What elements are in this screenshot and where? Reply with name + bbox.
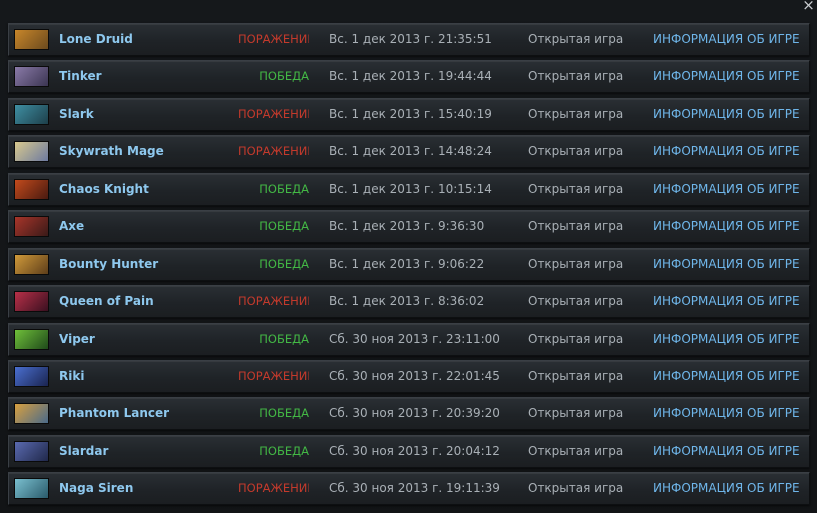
match-info-link[interactable]: ИНФОРМАЦИЯ ОБ ИГРЕ: [653, 99, 800, 130]
hero-name[interactable]: Viper: [59, 324, 95, 355]
match-row[interactable]: Axe ПОБЕДА Вс. 1 дек 2013 г. 9:36:30 Открыт…: [8, 210, 810, 244]
hero-name[interactable]: Skywrath Mage: [59, 136, 164, 167]
match-result: ПОБЕДА: [259, 331, 309, 346]
hero-name[interactable]: Slark: [59, 99, 94, 130]
game-mode: Открытая игра: [528, 443, 624, 458]
match-row[interactable]: Queen of Pain ПОРАЖЕНИЕ Вс. 1 дек 2013 г. …: [8, 285, 810, 319]
match-date: Сб. 30 ноя 2013 г. 20:04:12: [329, 443, 500, 458]
hero-portrait-icon: [14, 291, 49, 313]
match-result: ПОРАЖЕНИЕ: [238, 481, 309, 496]
game-mode: Открытая игра: [528, 32, 624, 46]
hero-name[interactable]: Bounty Hunter: [59, 249, 158, 280]
match-date: Вс. 1 дек 2013 г. 14:48:24: [329, 144, 492, 159]
match-row[interactable]: Viper ПОБЕДА Сб. 30 ноя 2013 г. 23:11:00 От…: [8, 322, 810, 356]
match-info-link[interactable]: ИНФОРМАЦИЯ ОБ ИГРЕ: [653, 436, 800, 467]
match-result: ПОРАЖЕНИЕ: [238, 32, 309, 46]
game-mode: Открытая игра: [528, 294, 624, 309]
hero-name[interactable]: Lone Druid: [59, 24, 133, 55]
match-date: Вс. 1 дек 2013 г. 10:15:14: [329, 181, 492, 196]
hero-portrait-icon: [14, 365, 49, 387]
game-mode: Открытая игра: [528, 406, 624, 421]
game-mode: Открытая игра: [528, 181, 624, 196]
hero-name[interactable]: Axe: [59, 211, 84, 242]
match-result: ПОБЕДА: [259, 181, 309, 196]
match-date: Сб. 30 ноя 2013 г. 20:39:20: [329, 406, 500, 421]
match-row[interactable]: Skywrath Mage ПОРАЖЕНИЕ Вс. 1 дек 2013 г. …: [8, 135, 810, 169]
match-result: ПОБЕДА: [259, 256, 309, 271]
close-icon[interactable]: ×: [800, 0, 817, 14]
match-row[interactable]: Tinker ПОБЕДА Вс. 1 дек 2013 г. 19:44:44 От…: [8, 60, 810, 94]
match-info-link[interactable]: ИНФОРМАЦИЯ ОБ ИГРЕ: [653, 61, 800, 92]
hero-portrait-icon: [14, 178, 49, 200]
game-mode: Открытая игра: [528, 69, 624, 84]
match-row[interactable]: Slark ПОРАЖЕНИЕ Вс. 1 дек 2013 г. 15:40:19…: [8, 97, 810, 131]
match-date: Вс. 1 дек 2013 г. 9:36:30: [329, 219, 485, 234]
game-mode: Открытая игра: [528, 368, 624, 383]
match-result: ПОБЕДА: [259, 69, 309, 84]
match-list: Lone Druid ПОРАЖЕНИЕ Вс. 1 дек 2013 г. 21:…: [8, 23, 810, 510]
hero-portrait-icon: [14, 440, 49, 462]
hero-name[interactable]: Phantom Lancer: [59, 398, 169, 429]
match-result: ПОРАЖЕНИЕ: [238, 106, 309, 121]
match-info-link[interactable]: ИНФОРМАЦИЯ ОБ ИГРЕ: [653, 324, 800, 355]
game-mode: Открытая игра: [528, 219, 624, 234]
match-date: Вс. 1 дек 2013 г. 19:44:44: [329, 69, 492, 84]
match-info-link[interactable]: ИНФОРМАЦИЯ ОБ ИГРЕ: [653, 361, 800, 392]
match-date: Сб. 30 ноя 2013 г. 22:01:45: [329, 368, 500, 383]
game-mode: Открытая игра: [528, 481, 624, 496]
hero-portrait-icon: [14, 253, 49, 275]
match-date: Вс. 1 дек 2013 г. 15:40:19: [329, 106, 492, 121]
hero-name[interactable]: Queen of Pain: [59, 286, 154, 317]
match-row[interactable]: Chaos Knight ПОБЕДА Вс. 1 дек 2013 г. 10:1…: [8, 172, 810, 206]
hero-portrait-icon: [14, 66, 49, 88]
hero-name[interactable]: Tinker: [59, 61, 102, 92]
match-result: ПОБЕДА: [259, 406, 309, 421]
game-mode: Открытая игра: [528, 106, 624, 121]
match-result: ПОРАЖЕНИЕ: [238, 368, 309, 383]
match-info-link[interactable]: ИНФОРМАЦИЯ ОБ ИГРЕ: [653, 211, 800, 242]
match-date: Сб. 30 ноя 2013 г. 23:11:00: [329, 331, 500, 346]
match-result: ПОРАЖЕНИЕ: [238, 294, 309, 309]
game-mode: Открытая игра: [528, 331, 624, 346]
match-result: ПОБЕДА: [259, 219, 309, 234]
match-row[interactable]: Lone Druid ПОРАЖЕНИЕ Вс. 1 дек 2013 г. 21:…: [8, 23, 810, 56]
match-info-link[interactable]: ИНФОРМАЦИЯ ОБ ИГРЕ: [653, 398, 800, 429]
match-row[interactable]: Bounty Hunter ПОБЕДА Вс. 1 дек 2013 г. 9:0…: [8, 247, 810, 281]
hero-portrait-icon: [14, 403, 49, 425]
hero-portrait-icon: [14, 141, 49, 163]
game-mode: Открытая игра: [528, 256, 624, 271]
match-info-link[interactable]: ИНФОРМАЦИЯ ОБ ИГРЕ: [653, 24, 800, 55]
match-info-link[interactable]: ИНФОРМАЦИЯ ОБ ИГРЕ: [653, 249, 800, 280]
hero-name[interactable]: Slardar: [59, 436, 108, 467]
match-date: Вс. 1 дек 2013 г. 8:36:02: [329, 294, 485, 309]
hero-portrait-icon: [14, 103, 49, 125]
match-date: Сб. 30 ноя 2013 г. 19:11:39: [329, 481, 500, 496]
hero-name[interactable]: Riki: [59, 361, 84, 392]
match-info-link[interactable]: ИНФОРМАЦИЯ ОБ ИГРЕ: [653, 174, 800, 205]
hero-portrait-icon: [14, 328, 49, 350]
match-row[interactable]: Naga Siren ПОРАЖЕНИЕ Сб. 30 ноя 2013 г. 19…: [8, 472, 810, 506]
game-mode: Открытая игра: [528, 144, 624, 159]
hero-name[interactable]: Chaos Knight: [59, 174, 149, 205]
match-info-link[interactable]: ИНФОРМАЦИЯ ОБ ИГРЕ: [653, 473, 800, 504]
hero-portrait-icon: [14, 216, 49, 238]
hero-name[interactable]: Naga Siren: [59, 473, 133, 504]
match-info-link[interactable]: ИНФОРМАЦИЯ ОБ ИГРЕ: [653, 286, 800, 317]
hero-portrait-icon: [14, 29, 49, 50]
match-history-window: × Lone Druid ПОРАЖЕНИЕ Вс. 1 дек 2013 г. 2…: [0, 0, 817, 513]
match-info-link[interactable]: ИНФОРМАЦИЯ ОБ ИГРЕ: [653, 136, 800, 167]
match-date: Вс. 1 дек 2013 г. 9:06:22: [329, 256, 485, 271]
match-result: ПОРАЖЕНИЕ: [238, 144, 309, 159]
match-row[interactable]: Slardar ПОБЕДА Сб. 30 ноя 2013 г. 20:04:12…: [8, 434, 810, 468]
match-date: Вс. 1 дек 2013 г. 21:35:51: [329, 32, 492, 46]
hero-portrait-icon: [14, 478, 49, 500]
match-row[interactable]: Phantom Lancer ПОБЕДА Сб. 30 ноя 2013 г. 2…: [8, 397, 810, 431]
match-row[interactable]: Riki ПОРАЖЕНИЕ Сб. 30 ноя 2013 г. 22:01:45…: [8, 359, 810, 393]
match-result: ПОБЕДА: [259, 443, 309, 458]
